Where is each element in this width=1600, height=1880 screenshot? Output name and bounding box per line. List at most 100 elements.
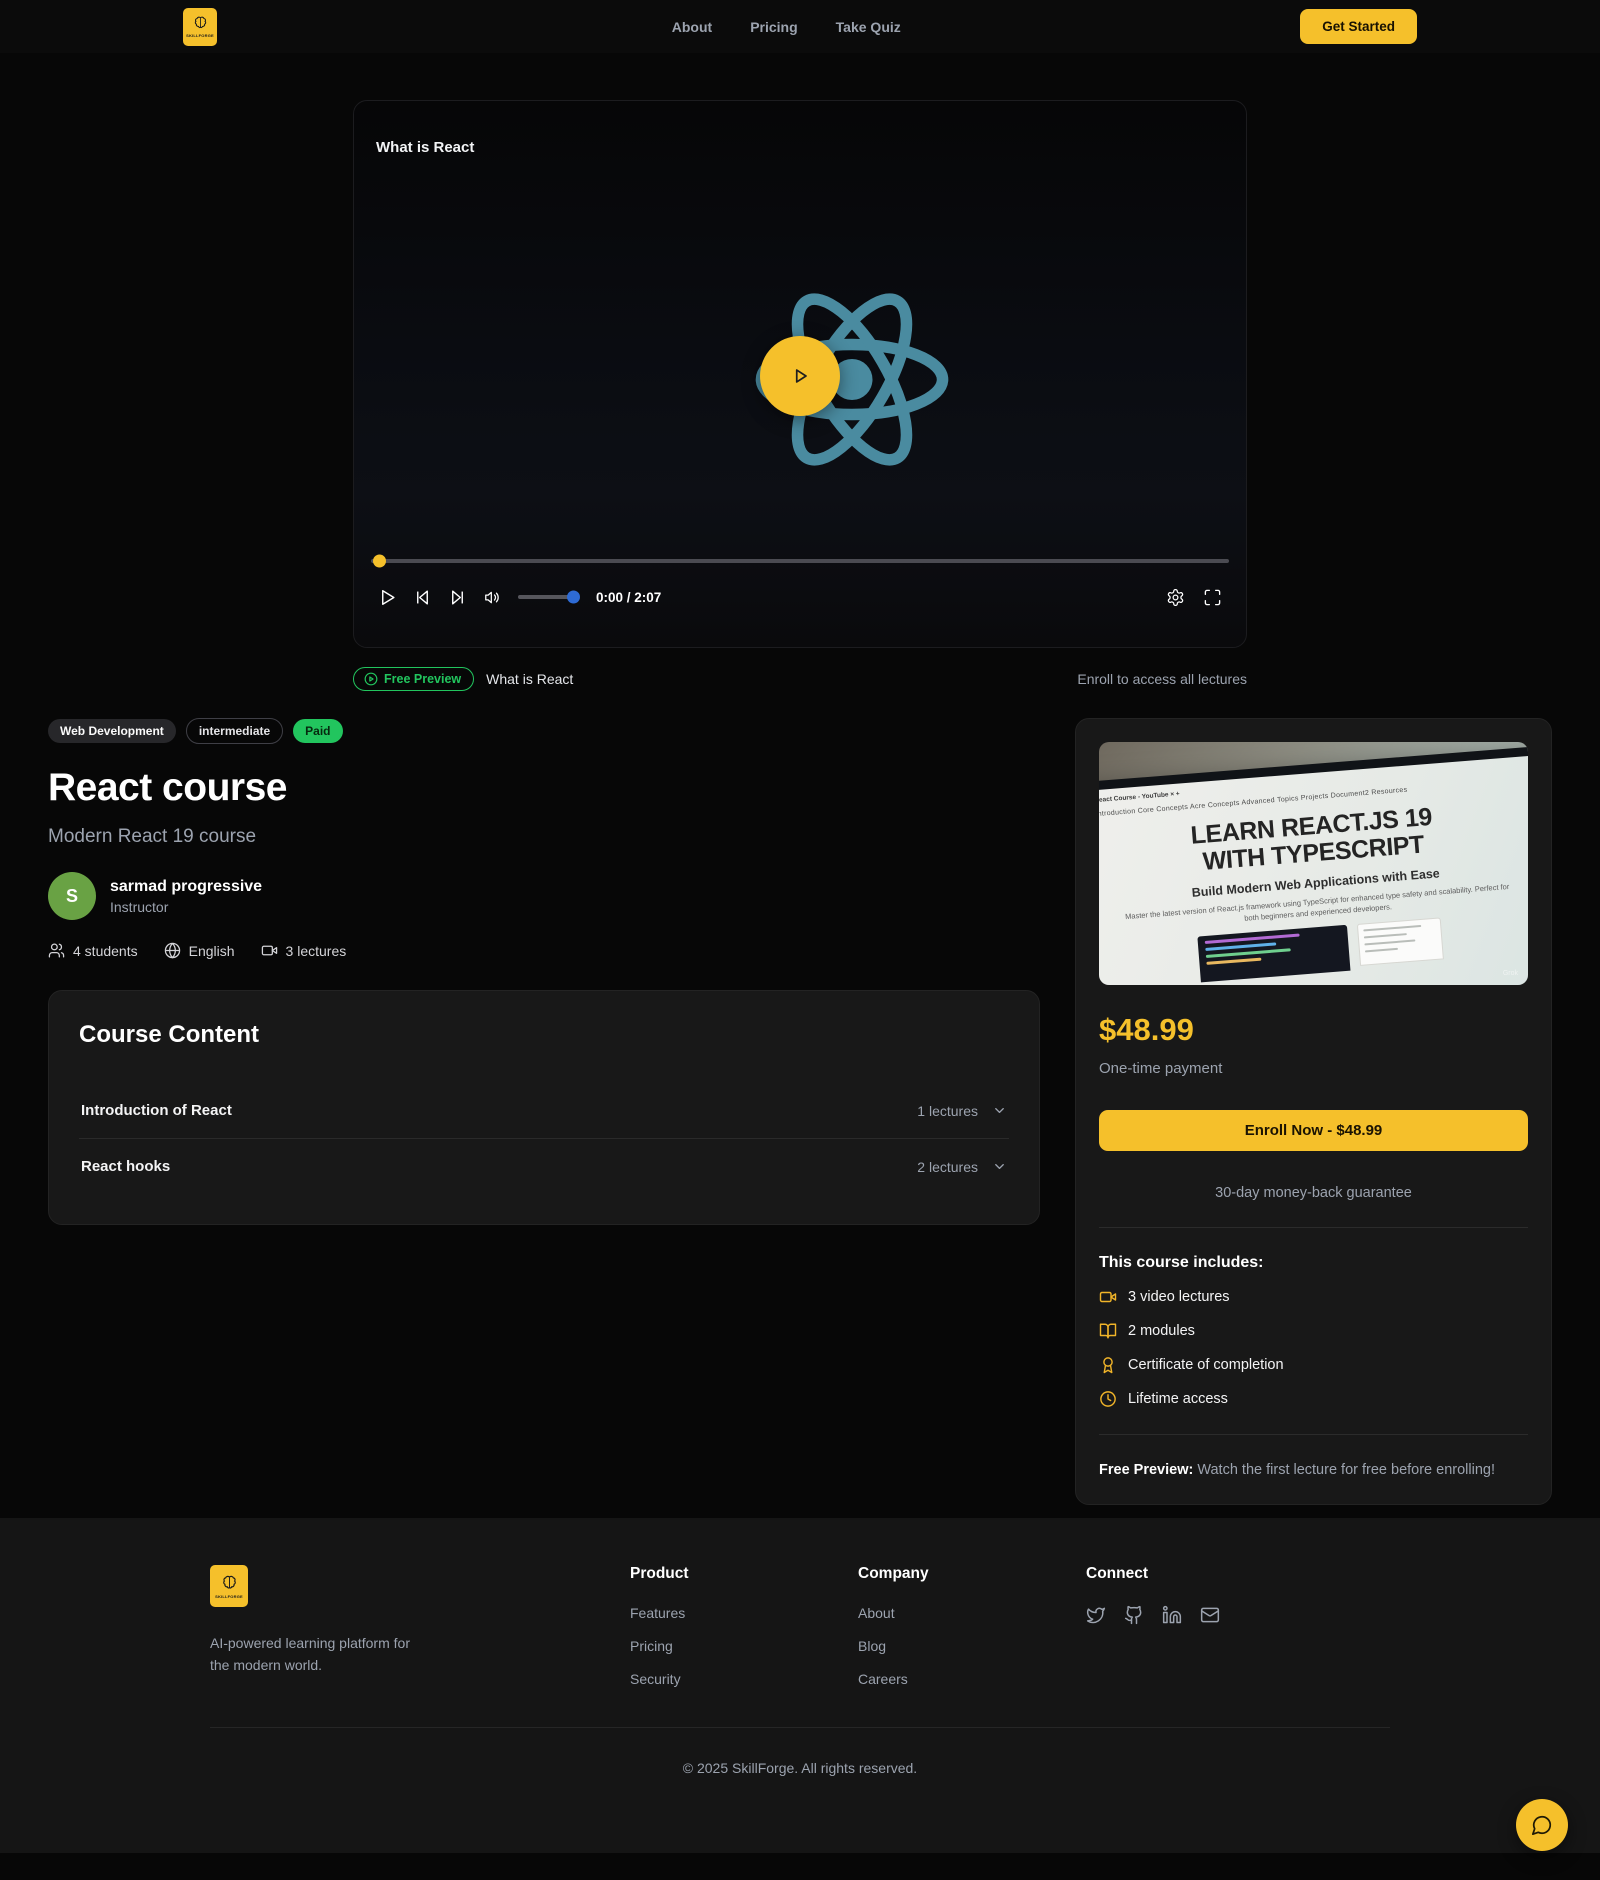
thumbnail-monitor: React Course - YouTube × + Introduction … — [1099, 745, 1528, 985]
thumbnail-diagram-block — [1357, 917, 1444, 965]
book-open-icon — [1099, 1322, 1117, 1340]
chat-fab-button[interactable] — [1516, 1799, 1568, 1851]
mail-icon — [1200, 1605, 1220, 1625]
include-certificate: Certificate of completion — [1099, 1356, 1528, 1374]
include-lifetime-access: Lifetime access — [1099, 1390, 1528, 1408]
include-label: Certificate of completion — [1128, 1357, 1284, 1373]
section-row-introduction[interactable]: Introduction of React 1 lectures — [79, 1083, 1009, 1138]
course-thumbnail: React Course - YouTube × + Introduction … — [1099, 742, 1528, 985]
free-preview-label: Free Preview — [384, 672, 461, 686]
users-icon — [48, 942, 65, 959]
category-badge: Web Development — [48, 719, 176, 743]
footer-link-blog[interactable]: Blog — [858, 1638, 1008, 1654]
linkedin-link[interactable] — [1162, 1605, 1182, 1625]
students-label: 4 students — [73, 943, 138, 959]
footer-tagline: AI-powered learning platform for the mod… — [210, 1633, 410, 1676]
brain-icon — [192, 15, 209, 32]
video-icon — [1099, 1288, 1117, 1306]
nav-pricing[interactable]: Pricing — [750, 19, 797, 35]
chevron-down-icon — [992, 1103, 1007, 1118]
skip-back-icon — [413, 588, 432, 607]
email-link[interactable] — [1200, 1605, 1220, 1625]
globe-icon — [164, 942, 181, 959]
footer-company-heading: Company — [858, 1565, 1008, 1583]
video-player: What is React — [353, 100, 1247, 648]
settings-button[interactable] — [1166, 588, 1185, 607]
player-controls: 0:00 / 2:07 — [354, 581, 1246, 613]
include-label: 3 video lectures — [1128, 1289, 1230, 1305]
section-row-react-hooks[interactable]: React hooks 2 lectures — [79, 1138, 1009, 1194]
footer-link-about[interactable]: About — [858, 1605, 1008, 1621]
chevron-down-icon — [992, 1159, 1007, 1174]
award-icon — [1099, 1356, 1117, 1374]
footer: SKILLFORGE AI-powered learning platform … — [0, 1518, 1600, 1853]
github-icon — [1124, 1605, 1144, 1625]
top-navigation-bar: SKILLFORGE About Pricing Take Quiz Get S… — [0, 0, 1600, 53]
instructor-name: sarmad progressive — [110, 878, 262, 896]
fullscreen-button[interactable] — [1203, 588, 1222, 607]
progress-knob[interactable] — [373, 555, 386, 568]
get-started-button[interactable]: Get Started — [1300, 9, 1417, 44]
fullscreen-icon — [1203, 588, 1222, 607]
progress-bar[interactable] — [371, 559, 1229, 563]
gear-icon — [1166, 588, 1185, 607]
course-price: $48.99 — [1099, 1012, 1528, 1048]
thumbnail-watermark: Grok — [1503, 970, 1518, 977]
free-preview-badge[interactable]: Free Preview — [353, 667, 474, 691]
mute-button[interactable] — [483, 588, 502, 607]
nav-about[interactable]: About — [672, 19, 712, 35]
footer-product-heading: Product — [630, 1565, 780, 1583]
enroll-hint: Enroll to access all lectures — [1077, 671, 1247, 687]
avatar: S — [48, 872, 96, 920]
chat-bubble-icon — [1531, 1814, 1553, 1836]
language-label: English — [189, 943, 235, 959]
badge-row: Web Development intermediate Paid — [48, 718, 1040, 744]
course-subtitle: Modern React 19 course — [48, 826, 1040, 848]
current-lecture-title: What is React — [486, 671, 573, 687]
free-preview-note-text: Watch the first lecture for free before … — [1193, 1462, 1495, 1478]
purchase-card: React Course - YouTube × + Introduction … — [1075, 718, 1552, 1505]
play-circle-icon — [364, 672, 378, 686]
divider — [1099, 1434, 1528, 1435]
language-stat: English — [164, 942, 235, 959]
big-play-button[interactable] — [760, 336, 840, 416]
footer-link-careers[interactable]: Careers — [858, 1671, 1008, 1687]
course-content-title: Course Content — [79, 1021, 1009, 1049]
copyright: © 2025 SkillForge. All rights reserved. — [0, 1760, 1600, 1776]
brand-name: SKILLFORGE — [215, 1594, 243, 1599]
enroll-now-button[interactable]: Enroll Now - $48.99 — [1099, 1110, 1528, 1151]
thumbnail-code-block — [1197, 924, 1350, 982]
include-modules: 2 modules — [1099, 1322, 1528, 1340]
skillforge-footer-logo[interactable]: SKILLFORGE — [210, 1565, 248, 1607]
free-preview-note-label: Free Preview: — [1099, 1462, 1193, 1478]
section-title: React hooks — [81, 1158, 170, 1175]
instructor-role: Instructor — [110, 899, 262, 915]
twitter-link[interactable] — [1086, 1605, 1106, 1625]
footer-link-pricing[interactable]: Pricing — [630, 1638, 780, 1654]
footer-link-features[interactable]: Features — [630, 1605, 780, 1621]
footer-divider — [210, 1727, 1390, 1728]
footer-link-security[interactable]: Security — [630, 1671, 780, 1687]
play-icon — [787, 363, 813, 389]
nav-take-quiz[interactable]: Take Quiz — [836, 19, 901, 35]
play-button[interactable] — [378, 588, 397, 607]
payment-note: One-time payment — [1099, 1060, 1528, 1077]
course-stats: 4 students English 3 lectures — [48, 942, 1040, 959]
video-stage — [354, 101, 1246, 557]
course-content-card: Course Content Introduction of React 1 l… — [48, 990, 1040, 1225]
course-overview: Web Development intermediate Paid React … — [48, 718, 1040, 1505]
main-nav: About Pricing Take Quiz — [672, 0, 901, 53]
footer-connect-heading: Connect — [1086, 1565, 1236, 1583]
include-label: 2 modules — [1128, 1323, 1195, 1339]
volume-slider[interactable] — [518, 595, 578, 599]
include-video-lectures: 3 video lectures — [1099, 1288, 1528, 1306]
github-link[interactable] — [1124, 1605, 1144, 1625]
volume-thumb[interactable] — [567, 591, 580, 604]
clock-icon — [1099, 1390, 1117, 1408]
paid-badge: Paid — [293, 719, 342, 743]
next-lecture-button[interactable] — [448, 588, 467, 607]
skillforge-logo[interactable]: SKILLFORGE — [183, 8, 217, 46]
previous-lecture-button[interactable] — [413, 588, 432, 607]
divider — [1099, 1227, 1528, 1228]
skip-forward-icon — [448, 588, 467, 607]
